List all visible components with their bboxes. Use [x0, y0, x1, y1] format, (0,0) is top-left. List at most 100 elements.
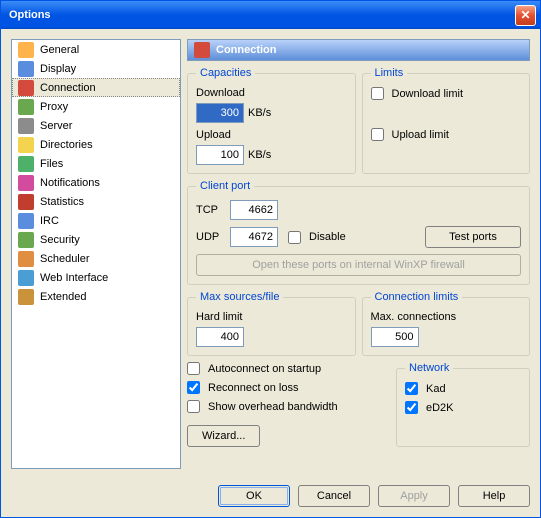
sidebar-item-label: Display	[40, 63, 76, 75]
web-interface-icon	[18, 270, 34, 286]
test-ports-button[interactable]: Test ports	[425, 226, 521, 248]
download-input[interactable]	[196, 103, 244, 123]
general-icon	[18, 42, 34, 58]
sidebar-item-label: Directories	[40, 139, 93, 151]
connlimits-legend: Connection limits	[371, 291, 463, 303]
sidebar-item-label: Files	[40, 158, 63, 170]
autoconnect-label: Autoconnect on startup	[208, 363, 321, 375]
maxsources-legend: Max sources/file	[196, 291, 283, 303]
udp-input[interactable]	[230, 227, 278, 247]
sidebar-item-directories[interactable]: Directories	[12, 135, 180, 154]
body: General Display Connection Proxy Server Direc…	[1, 29, 540, 479]
upload-limit-label: Upload limit	[392, 129, 449, 141]
firewall-button[interactable]: Open these ports on internal WinXP firew…	[196, 254, 521, 276]
clientport-group: Client port TCP UDP Disable Test ports O…	[187, 180, 530, 285]
sidebar: General Display Connection Proxy Server Direc…	[11, 39, 181, 469]
upload-input[interactable]	[196, 145, 244, 165]
tcp-input[interactable]	[230, 200, 278, 220]
sidebar-item-security[interactable]: Security	[12, 230, 180, 249]
proxy-icon	[18, 99, 34, 115]
maxsources-group: Max sources/file Hard limit	[187, 291, 356, 356]
upload-unit: KB/s	[248, 149, 271, 161]
statistics-icon	[18, 194, 34, 210]
upload-label: Upload	[196, 129, 347, 141]
sidebar-item-proxy[interactable]: Proxy	[12, 97, 180, 116]
sidebar-item-general[interactable]: General	[12, 40, 180, 59]
irc-icon	[18, 213, 34, 229]
content-panel: Connection Capacities Download KB/s Uplo…	[187, 39, 530, 469]
connection-icon	[18, 80, 34, 96]
kad-label: Kad	[426, 383, 446, 395]
help-button[interactable]: Help	[458, 485, 530, 507]
download-unit: KB/s	[248, 107, 271, 119]
sidebar-item-connection[interactable]: Connection	[12, 78, 180, 97]
ed2k-checkbox[interactable]	[405, 401, 418, 414]
reconnect-checkbox[interactable]	[187, 381, 200, 394]
limits-legend: Limits	[371, 67, 408, 79]
ok-button[interactable]: OK	[218, 485, 290, 507]
sidebar-item-label: Proxy	[40, 101, 68, 113]
options-window: Options ✕ General Display Connection Proxy S…	[0, 0, 541, 518]
sidebar-item-label: Security	[40, 234, 80, 246]
udp-disable-label: Disable	[309, 231, 346, 243]
maxconn-input[interactable]	[371, 327, 419, 347]
udp-label: UDP	[196, 231, 226, 243]
sidebar-item-label: Extended	[40, 291, 86, 303]
sidebar-item-irc[interactable]: IRC	[12, 211, 180, 230]
close-icon[interactable]: ✕	[515, 5, 536, 26]
sidebar-item-label: Notifications	[40, 177, 100, 189]
sidebar-item-label: Statistics	[40, 196, 84, 208]
capacities-legend: Capacities	[196, 67, 255, 79]
sidebar-item-extended[interactable]: Extended	[12, 287, 180, 306]
window-title: Options	[5, 9, 515, 21]
udp-disable-checkbox[interactable]	[288, 231, 301, 244]
maxconn-label: Max. connections	[371, 311, 522, 323]
notifications-icon	[18, 175, 34, 191]
sidebar-item-files[interactable]: Files	[12, 154, 180, 173]
sidebar-item-label: Connection	[40, 82, 96, 94]
sidebar-item-label: IRC	[40, 215, 59, 227]
overhead-label: Show overhead bandwidth	[208, 401, 338, 413]
sidebar-item-label: Scheduler	[40, 253, 90, 265]
sidebar-item-web-interface[interactable]: Web Interface	[12, 268, 180, 287]
section-title: Connection	[216, 44, 277, 56]
server-icon	[18, 118, 34, 134]
dialog-buttons: OK Cancel Apply Help	[1, 479, 540, 517]
sidebar-item-label: Web Interface	[40, 272, 108, 284]
overhead-checkbox[interactable]	[187, 400, 200, 413]
sidebar-item-label: General	[40, 44, 79, 56]
network-group: Network Kad eD2K	[396, 362, 530, 447]
kad-checkbox[interactable]	[405, 382, 418, 395]
sidebar-item-statistics[interactable]: Statistics	[12, 192, 180, 211]
files-icon	[18, 156, 34, 172]
section-header: Connection	[187, 39, 530, 61]
display-icon	[18, 61, 34, 77]
limits-group: Limits Download limit Upload limit	[362, 67, 531, 174]
scheduler-icon	[18, 251, 34, 267]
hardlimit-input[interactable]	[196, 327, 244, 347]
download-label: Download	[196, 87, 347, 99]
upload-limit-checkbox[interactable]	[371, 128, 384, 141]
connection-icon	[194, 42, 210, 58]
sidebar-item-display[interactable]: Display	[12, 59, 180, 78]
hardlimit-label: Hard limit	[196, 311, 347, 323]
tcp-label: TCP	[196, 204, 226, 216]
network-legend: Network	[405, 362, 453, 374]
autoconnect-checkbox[interactable]	[187, 362, 200, 375]
download-limit-checkbox[interactable]	[371, 87, 384, 100]
cancel-button[interactable]: Cancel	[298, 485, 370, 507]
security-icon	[18, 232, 34, 248]
capacities-group: Capacities Download KB/s Upload KB/s	[187, 67, 356, 174]
directories-icon	[18, 137, 34, 153]
download-limit-label: Download limit	[392, 88, 464, 100]
sidebar-item-scheduler[interactable]: Scheduler	[12, 249, 180, 268]
clientport-legend: Client port	[196, 180, 254, 192]
titlebar: Options ✕	[1, 1, 540, 29]
apply-button[interactable]: Apply	[378, 485, 450, 507]
wizard-button[interactable]: Wizard...	[187, 425, 260, 447]
sidebar-item-label: Server	[40, 120, 72, 132]
reconnect-label: Reconnect on loss	[208, 382, 299, 394]
sidebar-item-server[interactable]: Server	[12, 116, 180, 135]
ed2k-label: eD2K	[426, 402, 454, 414]
sidebar-item-notifications[interactable]: Notifications	[12, 173, 180, 192]
